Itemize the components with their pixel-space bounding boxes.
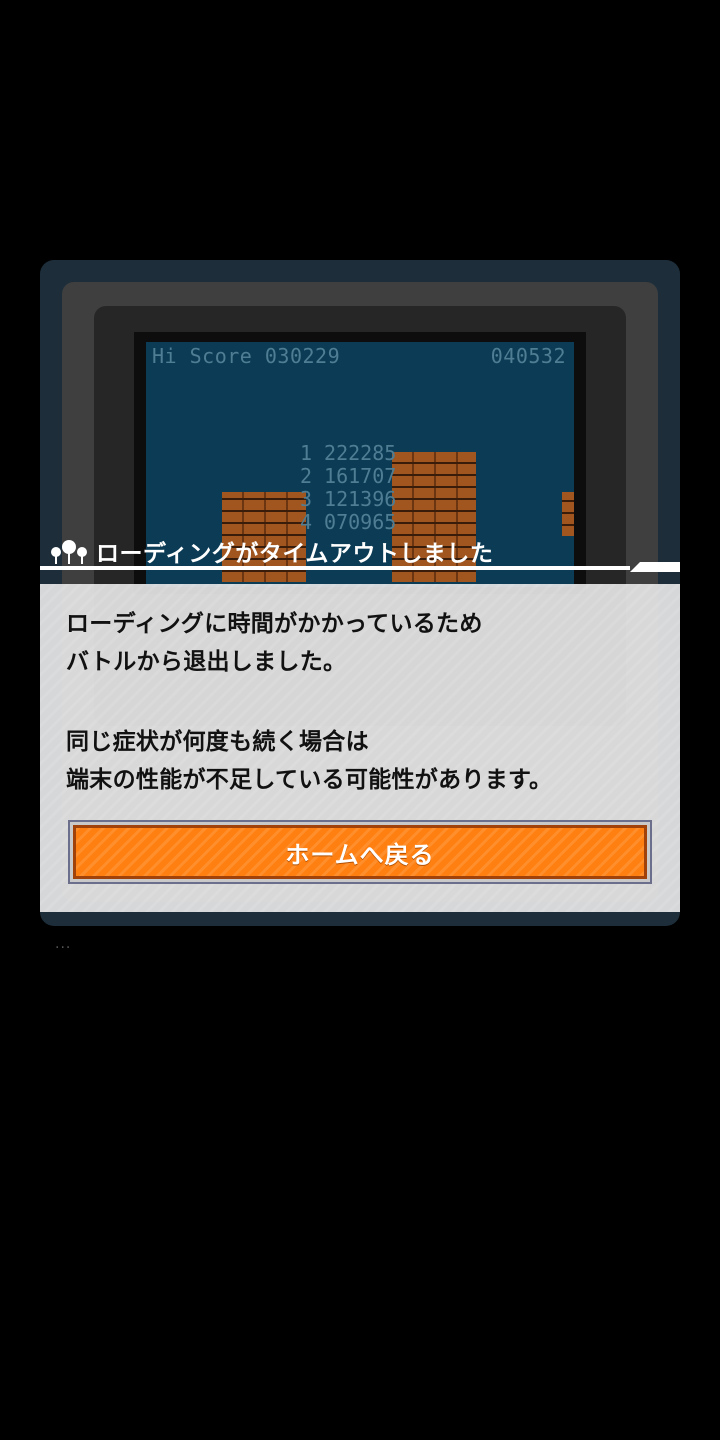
loading-dots: ...: [55, 936, 72, 952]
title-underline: [40, 566, 630, 570]
message-line: 同じ症状が何度も続く場合は: [66, 729, 369, 755]
dialog-title: ローディングがタイムアウトしました: [96, 541, 494, 567]
message-line: 端末の性能が不足している可能性があります。: [66, 767, 553, 793]
speech-bubbles-icon: [51, 540, 87, 564]
performance-message: 同じ症状が何度も続く場合は 端末の性能が不足している可能性があります。: [66, 724, 552, 800]
ranking-row: 3 121396: [300, 488, 396, 511]
brick-block: [562, 492, 574, 536]
timeout-message: ローディングに時間がかかっているため バトルから退出しました。: [66, 606, 483, 682]
return-home-button[interactable]: ホームへ戻る: [68, 820, 652, 884]
ranking-row: 2 161707: [300, 465, 396, 488]
rank-number: 4: [300, 510, 313, 534]
rank-score: 070965: [324, 510, 397, 534]
ranking-row: 4 070965: [300, 511, 396, 534]
ranking-row: 1 222285: [300, 442, 396, 465]
message-line: バトルから退出しました。: [66, 649, 347, 675]
rank-number: 2: [300, 464, 313, 488]
current-score: 040532: [490, 344, 566, 368]
rank-score: 161707: [324, 464, 397, 488]
rank-number: 1: [300, 441, 313, 465]
return-home-button-label: ホームへ戻る: [285, 840, 435, 869]
rank-score: 222285: [324, 441, 397, 465]
message-line: ローディングに時間がかかっているため: [66, 611, 483, 637]
rank-score: 121396: [324, 487, 397, 511]
ranking-list: 1 222285 2 161707 3 121396 4 070965: [300, 442, 396, 534]
hi-score-label: Hi Score 030229: [152, 344, 341, 368]
return-home-button-face[interactable]: ホームへ戻る: [73, 825, 647, 879]
rank-number: 3: [300, 487, 313, 511]
